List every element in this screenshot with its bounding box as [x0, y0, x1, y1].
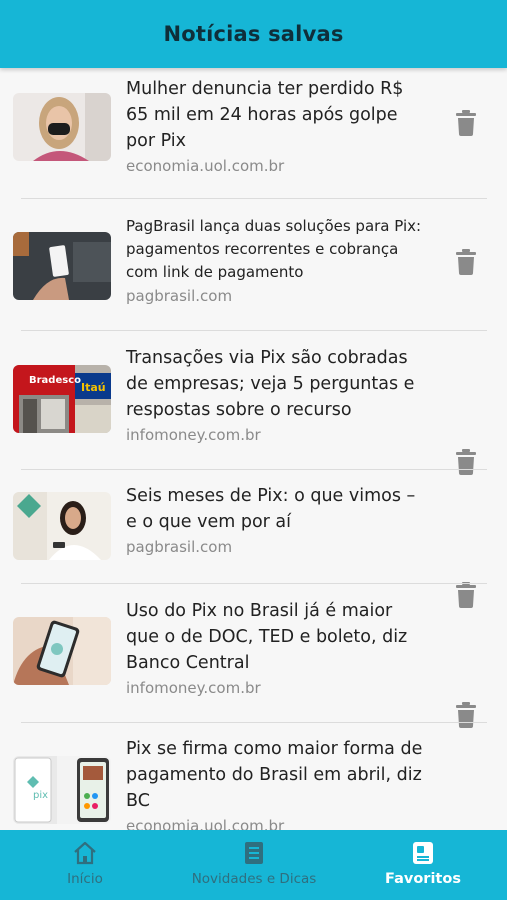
- news-title[interactable]: Pix se firma como maior forma de pagamen…: [126, 736, 426, 814]
- trash-icon: [456, 582, 476, 608]
- delete-button[interactable]: [455, 449, 477, 475]
- trash-icon: [456, 249, 476, 275]
- bottom-navigation: Início Novidades e Dicas Favoritos: [0, 830, 507, 900]
- news-thumbnail[interactable]: [13, 492, 111, 560]
- app-header: Notícias salvas: [0, 0, 507, 68]
- delete-button[interactable]: [455, 110, 477, 136]
- home-icon: [74, 841, 96, 865]
- nav-item-novidades[interactable]: Novidades e Dicas: [184, 830, 324, 900]
- news-source: pagbrasil.com: [126, 287, 233, 305]
- thumb-pix-text: pix: [33, 790, 48, 801]
- news-title[interactable]: Seis meses de Pix: o que vimos – e o que…: [126, 483, 426, 535]
- nav-label: Favoritos: [385, 871, 461, 887]
- divider: [21, 330, 487, 331]
- divider: [21, 198, 487, 199]
- nav-label: Início: [67, 871, 103, 887]
- nav-item-inicio[interactable]: Início: [45, 830, 125, 900]
- thumb-bank-text: Itaú: [81, 381, 106, 394]
- news-source: pagbrasil.com: [126, 538, 233, 556]
- news-thumbnail[interactable]: pix: [13, 756, 111, 824]
- thumb-bank-text: Bradesco: [29, 375, 81, 386]
- page-title: Notícias salvas: [163, 22, 344, 46]
- saved-news-list[interactable]: Mulher denuncia ter perdido R$ 65 mil em…: [0, 68, 507, 830]
- favorites-icon: [413, 842, 433, 864]
- news-icon: [245, 842, 263, 864]
- news-source: economia.uol.com.br: [126, 817, 285, 830]
- delete-button[interactable]: [455, 582, 477, 608]
- news-title[interactable]: PagBrasil lança duas soluções para Pix: …: [126, 215, 426, 284]
- news-thumbnail[interactable]: [13, 93, 111, 161]
- delete-button[interactable]: [455, 249, 477, 275]
- news-thumbnail[interactable]: Bradesco Itaú: [13, 365, 111, 433]
- news-title[interactable]: Uso do Pix no Brasil já é maior que o de…: [126, 598, 426, 676]
- nav-item-favoritos[interactable]: Favoritos: [378, 830, 468, 900]
- news-source: infomoney.com.br: [126, 679, 261, 697]
- delete-button[interactable]: [455, 702, 477, 728]
- news-source: infomoney.com.br: [126, 426, 261, 444]
- trash-icon: [456, 110, 476, 136]
- trash-icon: [456, 702, 476, 728]
- news-thumbnail[interactable]: [13, 232, 111, 300]
- news-title[interactable]: Mulher denuncia ter perdido R$ 65 mil em…: [126, 76, 426, 154]
- trash-icon: [456, 449, 476, 475]
- news-source: economia.uol.com.br: [126, 157, 285, 175]
- nav-label: Novidades e Dicas: [191, 871, 317, 887]
- news-title[interactable]: Transações via Pix são cobradas de empre…: [126, 345, 426, 423]
- divider: [21, 722, 487, 723]
- news-thumbnail[interactable]: [13, 617, 111, 685]
- divider: [21, 469, 487, 470]
- divider: [21, 583, 487, 584]
